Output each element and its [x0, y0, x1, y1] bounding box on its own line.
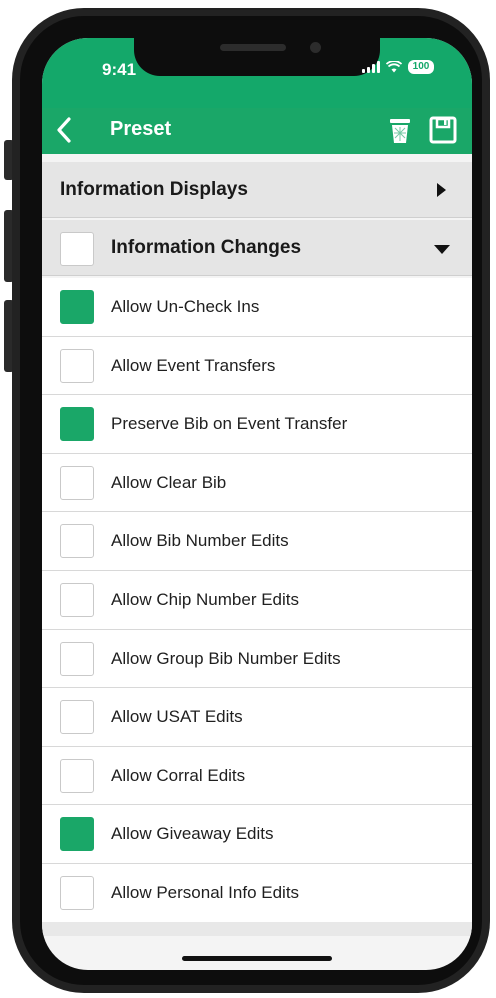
list-item-label: Allow USAT Edits	[111, 707, 243, 727]
list-item[interactable]: Allow Un-Check Ins	[42, 278, 472, 337]
nav-header: Preset	[42, 108, 472, 154]
list-item[interactable]: Allow Bib Number Edits	[42, 512, 472, 571]
list-item[interactable]: Allow Group Bib Number Edits	[42, 629, 472, 689]
list-item[interactable]: Allow Clear Bib	[42, 453, 472, 513]
list-item-label: Preserve Bib on Event Transfer	[111, 414, 348, 434]
list-item-label: Allow Corral Edits	[111, 765, 246, 785]
list-item[interactable]: Allow Chip Number Edits	[42, 570, 472, 630]
checkbox[interactable]	[60, 290, 94, 324]
list-item[interactable]: Allow Giveaway Edits	[42, 805, 472, 864]
status-bar: 9:41 100	[42, 38, 472, 108]
checkbox[interactable]	[60, 465, 94, 500]
section-label: Information Changes	[111, 237, 302, 258]
home-indicator[interactable]	[182, 956, 332, 961]
camera	[310, 42, 321, 53]
status-time: 9:41	[102, 60, 137, 79]
checkbox[interactable]	[60, 348, 94, 383]
section-label: Information Displays	[60, 179, 248, 200]
checkbox[interactable]	[60, 875, 94, 910]
speaker	[220, 44, 286, 51]
notch	[134, 38, 380, 76]
list-item[interactable]: Preserve Bib on Event Transfer	[42, 395, 472, 454]
battery-icon: 100	[408, 60, 434, 74]
save-icon[interactable]	[429, 116, 457, 144]
status-icons: 100	[362, 60, 434, 74]
checkbox[interactable]	[60, 524, 94, 559]
list-item-label: Allow Event Transfers	[111, 355, 276, 375]
cellular-signal-icon	[362, 61, 380, 73]
page-title: Preset	[110, 118, 172, 140]
checkbox[interactable]	[60, 641, 94, 676]
checkbox[interactable]	[60, 817, 94, 852]
caret-right-icon	[437, 183, 446, 197]
section-checkbox[interactable]	[60, 232, 94, 266]
checkbox[interactable]	[60, 582, 94, 617]
list-item-label: Allow Personal Info Edits	[111, 882, 300, 902]
list-item-label: Allow Chip Number Edits	[111, 589, 300, 609]
list-item-label: Allow Group Bib Number Edits	[111, 648, 341, 668]
list-item-label: Allow Clear Bib	[111, 472, 227, 492]
trash-icon[interactable]	[387, 116, 413, 146]
back-arrow-icon[interactable]	[54, 115, 74, 145]
checkbox[interactable]	[60, 700, 94, 735]
checkbox[interactable]	[60, 407, 94, 442]
list-item-label: Allow Un-Check Ins	[111, 297, 260, 316]
caret-down-icon	[434, 245, 450, 254]
list-item-label: Allow Bib Number Edits	[111, 531, 289, 551]
list-item[interactable]: Allow Corral Edits	[42, 746, 472, 806]
spacer	[42, 154, 472, 162]
list-item-label: Allow Giveaway Edits	[111, 824, 274, 844]
checkbox[interactable]	[60, 758, 94, 793]
section-information-displays[interactable]: Information Displays	[42, 162, 472, 218]
app-screen: 9:41 100 Preset Information Displays Inf…	[42, 38, 472, 970]
section-information-changes[interactable]: Information Changes	[42, 220, 472, 276]
list-item[interactable]: Allow Personal Info Edits	[42, 863, 472, 923]
list-item[interactable]: Allow Event Transfers	[42, 336, 472, 396]
list-footer	[42, 922, 472, 936]
wifi-icon	[386, 61, 402, 73]
list-item[interactable]: Allow USAT Edits	[42, 688, 472, 747]
settings-list: Allow Un-Check Ins Allow Event Transfers…	[42, 278, 472, 923]
